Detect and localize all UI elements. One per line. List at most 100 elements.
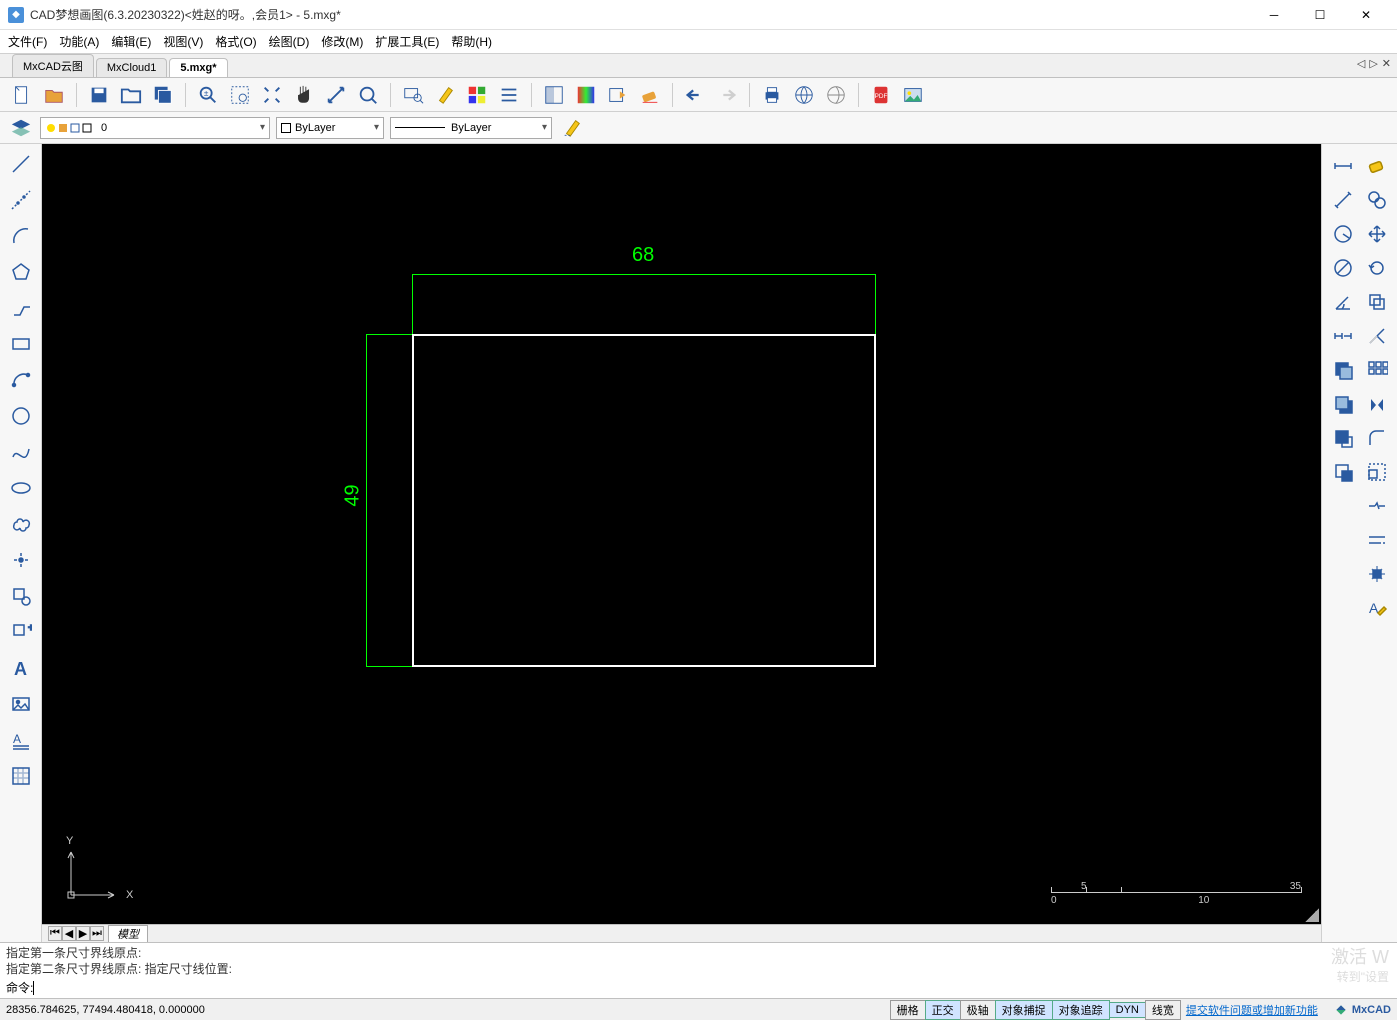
- layer-manager-button[interactable]: [8, 115, 34, 141]
- hatch-button[interactable]: [5, 760, 37, 792]
- menu-view[interactable]: 视图(V): [163, 33, 203, 50]
- scale-button[interactable]: [1361, 456, 1393, 488]
- pdf-button[interactable]: PDF: [867, 81, 895, 109]
- maximize-button[interactable]: ☐: [1297, 0, 1343, 30]
- xline-button[interactable]: [5, 184, 37, 216]
- line-button[interactable]: [5, 148, 37, 180]
- resize-grip[interactable]: [1305, 908, 1319, 922]
- ortho-toggle[interactable]: 正交: [925, 1000, 961, 1020]
- trim-button[interactable]: [1361, 320, 1393, 352]
- make-block-button[interactable]: +: [5, 616, 37, 648]
- ellipse-button[interactable]: [5, 472, 37, 504]
- mirror-button[interactable]: [1361, 388, 1393, 420]
- insert-block-button[interactable]: [5, 580, 37, 612]
- menu-func[interactable]: 功能(A): [59, 33, 99, 50]
- dimension-left[interactable]: 49: [356, 334, 412, 667]
- web2-button[interactable]: [822, 81, 850, 109]
- export-button[interactable]: [604, 81, 632, 109]
- polygon-button[interactable]: [5, 256, 37, 288]
- pan-button[interactable]: [290, 81, 318, 109]
- text-button[interactable]: A: [5, 652, 37, 684]
- array-button[interactable]: [1361, 354, 1393, 386]
- minimize-button[interactable]: ─: [1251, 0, 1297, 30]
- list-button[interactable]: [495, 81, 523, 109]
- dim-diameter-button[interactable]: [1327, 252, 1359, 284]
- saveas-button[interactable]: [149, 81, 177, 109]
- menu-modify[interactable]: 修改(M): [321, 33, 363, 50]
- web-button[interactable]: [790, 81, 818, 109]
- zoom-window-button[interactable]: [226, 81, 254, 109]
- layout-next-icon[interactable]: ▶: [76, 926, 90, 941]
- save-button[interactable]: [85, 81, 113, 109]
- tab-5mxg[interactable]: 5.mxg*: [169, 58, 227, 77]
- highlight-button[interactable]: [431, 81, 459, 109]
- zoom-realtime-button[interactable]: ±: [194, 81, 222, 109]
- color-combo[interactable]: ByLayer: [276, 117, 384, 139]
- dim-linear-button[interactable]: [1327, 150, 1359, 182]
- send-back-button[interactable]: [1327, 388, 1359, 420]
- lwt-toggle[interactable]: 线宽: [1145, 1000, 1181, 1020]
- polyline-button[interactable]: [5, 292, 37, 324]
- find-button[interactable]: [399, 81, 427, 109]
- zoom-extents-button[interactable]: [258, 81, 286, 109]
- matchprop-button[interactable]: [558, 114, 586, 142]
- zoom-button[interactable]: [354, 81, 382, 109]
- dimension-top[interactable]: 68: [412, 248, 876, 288]
- arc3p-button[interactable]: [5, 364, 37, 396]
- linetype-combo[interactable]: ByLayer: [390, 117, 552, 139]
- rectangle-button[interactable]: [5, 328, 37, 360]
- image-insert-button[interactable]: [5, 688, 37, 720]
- tab-mxcloud1[interactable]: MxCloud1: [96, 58, 168, 77]
- circle-button[interactable]: [5, 400, 37, 432]
- redo-button[interactable]: [713, 81, 741, 109]
- break-button[interactable]: [1361, 490, 1393, 522]
- menu-format[interactable]: 格式(O): [215, 33, 256, 50]
- color-palette-button[interactable]: [463, 81, 491, 109]
- dim-angular-button[interactable]: [1327, 286, 1359, 318]
- tab-mxcad-cloud[interactable]: MxCAD云图: [12, 54, 94, 77]
- above-obj-button[interactable]: [1327, 422, 1359, 454]
- layer-combo[interactable]: 0: [40, 117, 270, 139]
- open-folder-button[interactable]: [117, 81, 145, 109]
- otrack-toggle[interactable]: 对象追踪: [1052, 1000, 1110, 1020]
- move-button[interactable]: [1361, 218, 1393, 250]
- menu-ext[interactable]: 扩展工具(E): [375, 33, 439, 50]
- feedback-link[interactable]: 提交软件问题或增加新功能: [1180, 1001, 1324, 1019]
- erase-button[interactable]: [636, 81, 664, 109]
- edit-text-button[interactable]: A: [1361, 592, 1393, 624]
- dim-radius-button[interactable]: [1327, 218, 1359, 250]
- layout-first-icon[interactable]: ⏮: [48, 926, 62, 941]
- tab-prev-icon[interactable]: ◁: [1357, 57, 1365, 70]
- fillet-button[interactable]: [1361, 422, 1393, 454]
- mtext-button[interactable]: A: [5, 724, 37, 756]
- copy-button[interactable]: [1361, 184, 1393, 216]
- menu-draw[interactable]: 绘图(D): [269, 33, 310, 50]
- menu-file[interactable]: 文件(F): [8, 33, 47, 50]
- explode-button[interactable]: [1361, 558, 1393, 590]
- eraser-button[interactable]: [1361, 150, 1393, 182]
- extend-button[interactable]: [1361, 524, 1393, 556]
- close-button[interactable]: ✕: [1343, 0, 1389, 30]
- layout-button[interactable]: [540, 81, 568, 109]
- bring-front-button[interactable]: [1327, 354, 1359, 386]
- print-button[interactable]: [758, 81, 786, 109]
- open-file-button[interactable]: [40, 81, 68, 109]
- point-button[interactable]: [5, 544, 37, 576]
- dim-continue-button[interactable]: [1327, 320, 1359, 352]
- menu-help[interactable]: 帮助(H): [451, 33, 492, 50]
- dim-aligned-button[interactable]: [1327, 184, 1359, 216]
- arc-button[interactable]: [5, 220, 37, 252]
- spline-button[interactable]: [5, 436, 37, 468]
- osnap-toggle[interactable]: 对象捕捉: [995, 1000, 1053, 1020]
- new-file-button[interactable]: [8, 81, 36, 109]
- image-button[interactable]: [899, 81, 927, 109]
- gradient-button[interactable]: [572, 81, 600, 109]
- below-obj-button[interactable]: [1327, 456, 1359, 488]
- rectangle-entity[interactable]: [412, 334, 876, 667]
- offset-button[interactable]: [1361, 286, 1393, 318]
- tab-close-icon[interactable]: ✕: [1382, 57, 1391, 70]
- drawing-canvas[interactable]: 68 49 Y X: [42, 144, 1321, 924]
- polar-toggle[interactable]: 极轴: [960, 1000, 996, 1020]
- command-input[interactable]: [34, 980, 1391, 996]
- measure-button[interactable]: [322, 81, 350, 109]
